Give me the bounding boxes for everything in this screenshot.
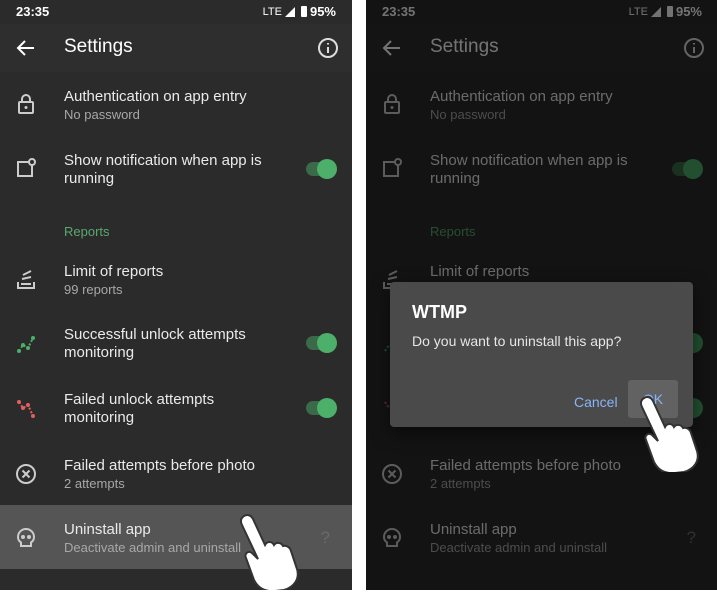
success-graph-icon	[17, 336, 35, 353]
failed-graph-icon	[17, 400, 35, 418]
help-icon[interactable]: ?	[321, 528, 330, 548]
info-icon[interactable]	[316, 36, 340, 60]
battery-level: 95%	[309, 4, 336, 19]
status-right: LTE 95%	[263, 4, 336, 19]
item-title: Show notification when app is running	[64, 152, 262, 187]
setting-failed-attempts[interactable]: Failed attempts before photo 2 attempts	[0, 452, 352, 508]
pointing-hand-icon	[639, 396, 699, 472]
lock-icon	[18, 94, 34, 114]
phone-screen-settings: 23:35 LTE 95% Settings Authentication on…	[0, 0, 352, 590]
item-subtitle: 99 reports	[64, 282, 123, 297]
cancel-button[interactable]: Cancel	[574, 394, 618, 410]
item-subtitle: No password	[64, 107, 140, 122]
dialog-message: Do you want to uninstall this app?	[412, 333, 622, 349]
notification-toggle[interactable]	[306, 159, 337, 179]
item-title: Authentication on app entry	[64, 88, 247, 105]
battery-icon	[300, 6, 307, 17]
item-title: Failed unlock attempts monitoring	[64, 391, 215, 426]
network-label: LTE	[262, 5, 282, 18]
successful-unlock-toggle[interactable]	[306, 333, 337, 353]
setting-authentication[interactable]: Authentication on app entry No password	[0, 82, 352, 138]
setting-limit-of-reports[interactable]: Limit of reports 99 reports	[0, 258, 352, 314]
app-bar: Settings	[0, 24, 352, 72]
section-header-reports: Reports	[64, 224, 110, 239]
setting-show-notification[interactable]: Show notification when app is running	[0, 148, 352, 204]
skull-icon	[16, 527, 36, 547]
setting-failed-unlock[interactable]: Failed unlock attempts monitoring	[0, 387, 352, 443]
cancel-circle-icon	[16, 464, 36, 484]
item-title: Limit of reports	[64, 263, 164, 280]
item-subtitle: Deactivate admin and uninstall	[64, 540, 242, 555]
failed-unlock-toggle[interactable]	[306, 398, 337, 418]
setting-successful-unlock[interactable]: Successful unlock attempts monitoring	[0, 322, 352, 378]
item-subtitle: 2 attempts	[64, 476, 125, 491]
status-time: 23:35	[16, 4, 50, 19]
item-title: Failed attempts before photo	[64, 457, 255, 474]
back-arrow-icon[interactable]	[14, 36, 38, 60]
phone-screen-uninstall-dialog: 23:35 LTE 95% Settings Authentication on…	[366, 0, 717, 590]
signal-icon	[284, 6, 295, 17]
item-title: Successful unlock attempts monitoring	[64, 326, 246, 361]
status-bar: 23:35 LTE 95%	[0, 0, 352, 24]
pointing-hand-icon	[239, 514, 299, 590]
dialog-title: WTMP	[412, 302, 467, 322]
page-title: Settings	[64, 36, 133, 57]
notification-icon	[17, 158, 36, 177]
reports-stack-icon	[17, 270, 35, 289]
